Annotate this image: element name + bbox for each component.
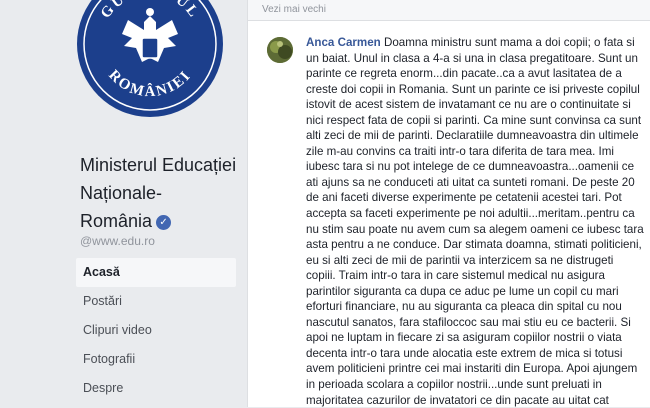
page-title-line-2: Naționale- <box>80 183 163 203</box>
comment-text: Doamna ministru sunt mama a doi copii; o… <box>306 36 644 407</box>
page-title[interactable]: Ministerul Educației Naționale- România ✓ <box>80 151 250 235</box>
verified-badge-icon: ✓ <box>156 215 172 230</box>
page-title-line-3: România ✓ <box>80 207 250 235</box>
nav-item-postari[interactable]: Postări <box>76 287 236 316</box>
page-title-line-1: Ministerul Educației <box>80 155 237 175</box>
nav-item-clipuri-video[interactable]: Clipuri video <box>76 316 236 345</box>
page-sidebar: GUVERNUL ROMÂNIEI Ministerul Educației N… <box>0 0 247 407</box>
nav-item-despre[interactable]: Despre <box>76 374 236 403</box>
page-handle[interactable]: @www.edu.ro <box>80 234 155 248</box>
avatar-photo-icon <box>267 37 293 63</box>
comments-feed: Vezi mai vechi Anca Carmen Doamna minist… <box>247 0 650 407</box>
previous-comments-bar[interactable]: Vezi mai vechi <box>248 0 650 21</box>
comment-body: Anca Carmen Doamna ministru sunt mama a … <box>306 35 646 408</box>
comment-author-link[interactable]: Anca Carmen <box>306 36 381 49</box>
view-previous-link[interactable]: Vezi mai vechi <box>262 4 326 15</box>
government-logo[interactable]: GUVERNUL ROMÂNIEI <box>76 0 224 118</box>
nav-item-acasa[interactable]: Acasă <box>76 258 236 287</box>
page-nav: Acasă Postări Clipuri video Fotografii D… <box>76 258 236 403</box>
avatar[interactable] <box>267 37 293 63</box>
nav-item-fotografii[interactable]: Fotografii <box>76 345 236 374</box>
